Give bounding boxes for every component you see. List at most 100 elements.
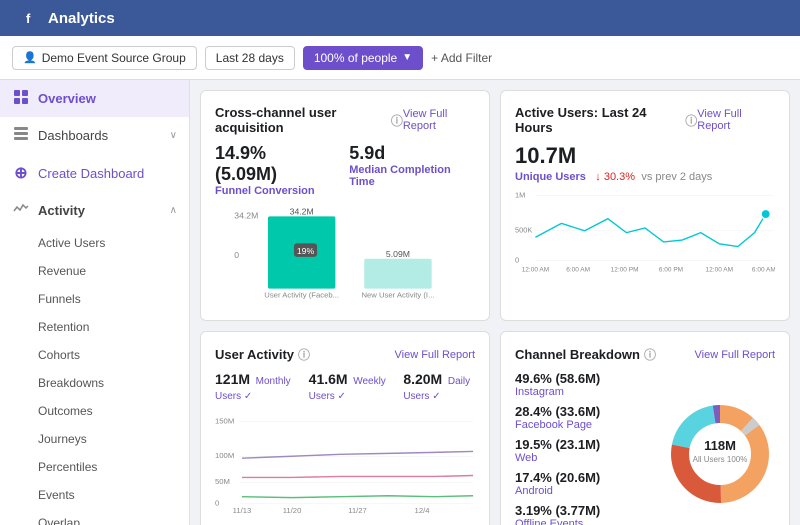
svg-text:12/4: 12/4 [415,506,431,515]
people-filter-button[interactable]: 100% of people ▼ [303,46,423,70]
source-group-button[interactable]: 👤 Demo Event Source Group [12,46,197,70]
cross-channel-title: Cross-channel user acquisition ⓘ [215,105,403,135]
overview-icon [12,89,30,108]
content-area: Cross-channel user acquisition ⓘ View Fu… [190,80,800,525]
activity-icon [12,201,30,220]
date-range-button[interactable]: Last 28 days [205,46,295,70]
svg-text:150M: 150M [215,417,234,426]
svg-text:6:00 PM: 6:00 PM [659,267,683,273]
user-activity-card: User Activity ⓘ View Full Report 121M Mo… [200,331,490,525]
change-value: ↓ 30.3% [595,171,635,183]
active-users-header: Active Users: Last 24 Hours ⓘ View Full … [515,105,775,135]
web-pct: 19.5% (23.1M) [515,437,655,452]
channel-breakdown-header: Channel Breakdown ⓘ View Full Report [515,346,775,363]
unique-users-label: Unique Users [515,171,586,183]
svg-text:f: f [26,11,31,26]
info-icon-ua: ⓘ [298,346,310,363]
active-users-big-stat: 10.7M [515,143,576,168]
svg-text:11/20: 11/20 [283,506,302,515]
cross-channel-metrics: 14.9% (5.09M) Funnel Conversion 5.9d Med… [215,143,475,197]
user-activity-view-full[interactable]: View Full Report [395,349,476,361]
monthly-users-metric: 121M Monthly Users ✓ [215,371,293,402]
cross-channel-view-full[interactable]: View Full Report [403,108,475,132]
offline-pct: 3.19% (3.77M) [515,503,655,518]
nav-title: Analytics [48,10,115,27]
channel-breakdown-card: Channel Breakdown ⓘ View Full Report 49.… [500,331,790,525]
cross-channel-bar-chart: 34.2M 0 34.2M 5.09M 19% User Activity (F… [215,203,475,303]
funnel-conversion-label: Funnel Conversion [215,185,329,197]
add-filter-button[interactable]: + Add Filter [431,51,492,65]
sidebar-sub-item-revenue[interactable]: Revenue [0,257,189,285]
svg-text:34.2M: 34.2M [290,206,314,216]
sidebar-sub-item-funnels[interactable]: Funnels [0,285,189,313]
dashboards-icon [12,126,30,145]
svg-text:500K: 500K [515,226,532,235]
web-label: Web [515,452,655,464]
sidebar-item-create-dashboard[interactable]: ⊕ Create Dashboard [0,154,189,192]
sidebar-item-overview[interactable]: Overview [0,80,189,117]
svg-text:118M: 118M [704,438,736,453]
active-users-line-chart: 1M 500K 0 12:00 AM 6:00 AM 12:00 PM 6:00… [515,183,775,273]
info-icon-cb: ⓘ [644,346,656,363]
sidebar-sub-item-percentiles[interactable]: Percentiles [0,453,189,481]
sidebar-sub-item-breakdowns[interactable]: Breakdowns [0,369,189,397]
donut-chart: 118M All Users 100% [665,399,775,509]
sidebar: Overview Dashboards ∨ ⊕ Create Dashboard… [0,80,190,525]
cross-channel-header: Cross-channel user acquisition ⓘ View Fu… [215,105,475,135]
sidebar-sub-item-events[interactable]: Events [0,481,189,509]
android-pct: 17.4% (20.6M) [515,470,655,485]
sidebar-sub-item-journeys[interactable]: Journeys [0,425,189,453]
sidebar-sub-item-active-users[interactable]: Active Users [0,229,189,257]
active-users-title: Active Users: Last 24 Hours ⓘ [515,105,697,135]
chevron-down-icon: ∨ [170,130,177,141]
info-icon: ⓘ [391,112,403,129]
top-nav:  f Analytics [0,0,800,36]
chevron-up-icon: ∧ [170,205,177,216]
breakdown-item-instagram: 49.6% (58.6M) Instagram [515,371,655,398]
sidebar-sub-item-cohorts[interactable]: Cohorts [0,341,189,369]
svg-text:50M: 50M [215,477,230,486]
add-filter-label: + Add Filter [431,51,492,65]
donut-chart-wrap: 118M All Users 100% [665,371,775,525]
breakdown-list: 49.6% (58.6M) Instagram 28.4% (33.6M) Fa… [515,371,655,525]
median-time-metric: 5.9d Median Completion Time [349,143,475,197]
svg-text:100M: 100M [215,451,234,460]
active-users-view-full[interactable]: View Full Report [697,108,775,132]
sidebar-sub-item-overlap[interactable]: Overlap [0,509,189,525]
sidebar-item-overview-label: Overview [38,91,96,106]
svg-text:12:00 AM: 12:00 AM [522,267,549,273]
svg-text:User Activity (Faceb...: User Activity (Faceb... [264,290,339,299]
svg-text:New User Activity (I...: New User Activity (I... [361,290,434,299]
median-time-label: Median Completion Time [349,164,475,188]
filter-bar: 👤 Demo Event Source Group Last 28 days 1… [0,36,800,80]
active-users-card: Active Users: Last 24 Hours ⓘ View Full … [500,90,790,321]
svg-text:11/27: 11/27 [348,506,367,515]
weekly-users-value: 41.6M [309,371,348,387]
sidebar-item-activity-label: Activity [38,203,85,218]
active-users-stat: 10.7M [515,143,775,169]
facebook-pct: 28.4% (33.6M) [515,404,655,419]
facebook-logo-icon: f [22,9,40,27]
sidebar-sub-item-outcomes[interactable]: Outcomes [0,397,189,425]
median-time-value: 5.9d [349,143,475,164]
sidebar-item-dashboards[interactable]: Dashboards ∨ [0,117,189,154]
monthly-users-value: 121M [215,371,250,387]
info-icon-active: ⓘ [685,112,697,129]
svg-text:19%: 19% [297,246,315,256]
chevron-down-icon: ▼ [402,52,412,63]
channel-breakdown-title: Channel Breakdown ⓘ [515,346,656,363]
svg-text:0: 0 [215,498,219,507]
breakdown-item-web: 19.5% (23.1M) Web [515,437,655,464]
date-range-label: Last 28 days [216,51,284,65]
people-filter-label: 100% of people [314,51,397,65]
sidebar-item-activity[interactable]: Activity ∧ [0,192,189,229]
facebook-label: Facebook Page [515,419,655,431]
svg-text:0: 0 [234,250,239,260]
channel-breakdown-view-full[interactable]: View Full Report [695,349,776,361]
breakdown-content: 49.6% (58.6M) Instagram 28.4% (33.6M) Fa… [515,371,775,525]
svg-text:12:00 AM: 12:00 AM [706,267,733,273]
sidebar-sub-item-retention[interactable]: Retention [0,313,189,341]
offline-label: Offline Events [515,518,655,525]
funnel-conversion-value: 14.9% (5.09M) [215,143,329,185]
weekly-users-metric: 41.6M Weekly Users ✓ [309,371,388,402]
